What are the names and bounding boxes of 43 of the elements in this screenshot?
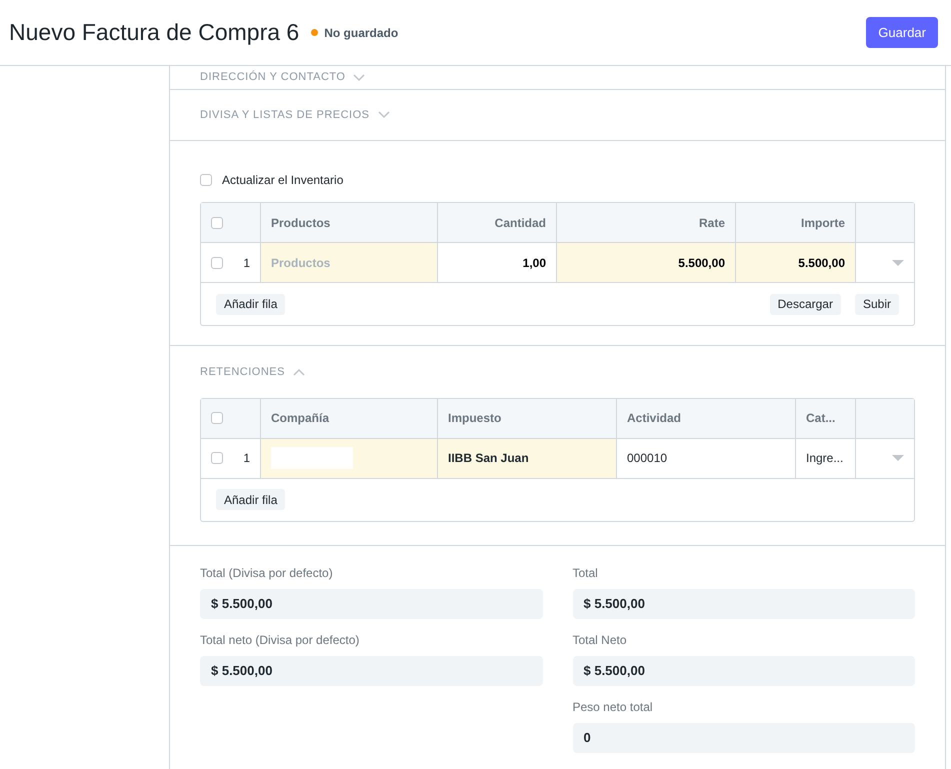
row-number: 1	[243, 450, 250, 467]
field-label: Total (Divisa por defecto)	[200, 565, 334, 582]
column-header: Cantidad	[494, 214, 546, 232]
table-cell[interactable]: IIBB San Juan	[438, 438, 617, 478]
chevron-down-icon[interactable]	[353, 74, 366, 82]
dropdown-icon[interactable]	[892, 260, 904, 266]
read-only-field: $ 5.500,00	[572, 589, 915, 619]
field-label: Peso neto total	[572, 699, 654, 716]
table-button[interactable]: Descargar	[770, 294, 841, 314]
field-label: Total	[572, 565, 599, 582]
field-label: Total Neto	[572, 632, 628, 649]
table-cell[interactable]: 5.500,00	[557, 243, 736, 282]
status-label: No guardado	[324, 24, 398, 42]
column-header: Importe	[800, 214, 845, 232]
table-cell[interactable]	[261, 438, 438, 478]
chevron-down-icon[interactable]	[378, 111, 390, 119]
input-field[interactable]	[271, 447, 353, 469]
table-cell[interactable]: 5.500,00	[736, 243, 856, 282]
column-header: Productos	[271, 214, 330, 232]
column-header: Compañía	[271, 410, 330, 427]
read-only-field: 0	[572, 723, 915, 753]
table-button[interactable]: Añadir fila	[216, 489, 286, 510]
checkbox-label: Actualizar el Inventario	[222, 172, 344, 189]
table-button[interactable]: Subir	[854, 294, 899, 314]
page-title: Nuevo Factura de Compra 6	[9, 18, 300, 48]
chevron-up-icon[interactable]	[292, 368, 305, 376]
read-only-field: $ 5.500,00	[572, 656, 915, 686]
column-header: Rate	[698, 214, 725, 232]
row-number: 1	[243, 254, 250, 272]
column-header: Actividad	[627, 410, 682, 427]
dropdown-icon[interactable]	[892, 455, 904, 461]
table-button[interactable]: Añadir fila	[216, 294, 286, 314]
field-label: Total neto (Divisa por defecto)	[200, 632, 360, 649]
save-button[interactable]: Guardar	[866, 17, 938, 48]
checkbox[interactable]	[200, 174, 212, 186]
read-only-field: $ 5.500,00	[200, 656, 542, 686]
column-header: Cat...	[806, 410, 836, 427]
checkbox[interactable]	[211, 256, 223, 268]
checkbox[interactable]	[211, 452, 223, 464]
checkbox[interactable]	[211, 216, 223, 228]
column-header: Impuesto	[448, 410, 502, 427]
checkbox[interactable]	[211, 412, 223, 424]
read-only-field: $ 5.500,00	[200, 589, 542, 619]
